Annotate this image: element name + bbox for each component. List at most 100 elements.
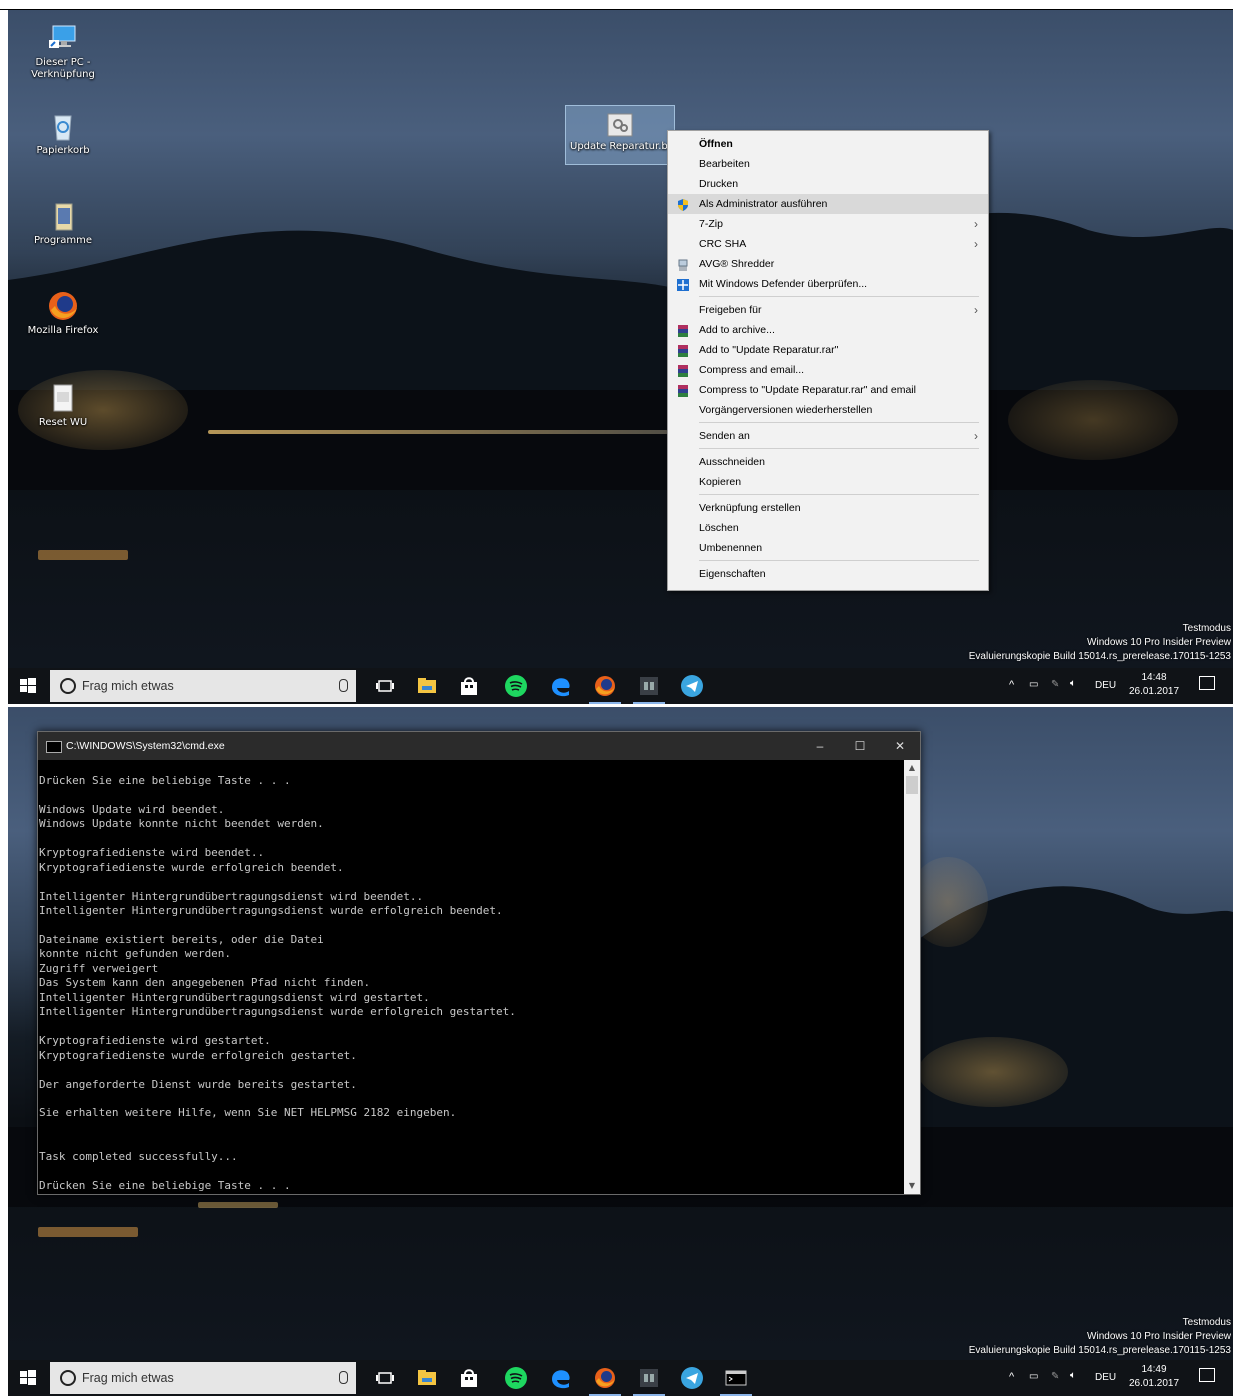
winrar-icon: [677, 324, 689, 337]
watermark-line: Windows 10 Pro Insider Preview: [1087, 637, 1231, 648]
context-menu-item[interactable]: Freigeben für ›: [668, 300, 988, 320]
context-menu-item[interactable]: Drucken: [668, 174, 988, 194]
microphone-icon[interactable]: [339, 1371, 348, 1384]
cmd-title-bar[interactable]: C:\WINDOWS\System32\cmd.exe – ☐ ✕: [38, 732, 920, 760]
context-menu-item[interactable]: Eigenschaften: [668, 564, 988, 584]
taskbar-explorer[interactable]: [415, 1366, 439, 1390]
scrollbar-thumb[interactable]: [906, 776, 918, 794]
taskbar-telegram[interactable]: [680, 1366, 704, 1390]
network-icon[interactable]: ▭: [1029, 1371, 1038, 1382]
cortana-search-box[interactable]: Frag mich etwas: [50, 1362, 356, 1394]
desktop-icon-reset-wu[interactable]: Reset WU: [23, 382, 103, 429]
computer-icon: [47, 22, 79, 54]
desktop-icon-recycle-bin[interactable]: Papierkorb: [23, 110, 103, 157]
start-button[interactable]: [18, 676, 38, 696]
taskbar-edge[interactable]: [549, 674, 573, 698]
chevron-up-icon[interactable]: ^: [1009, 679, 1014, 691]
taskbar: Frag mich etwas ^ ▭ ✎ 🔈︎ DEU 14:48 26.01…: [8, 668, 1233, 704]
context-menu-item[interactable]: Vorgängerversionen wiederherstellen: [668, 400, 988, 420]
store-bag-icon: [461, 677, 477, 695]
task-view-button[interactable]: [373, 1366, 397, 1390]
context-menu-item[interactable]: Senden an ›: [668, 426, 988, 446]
taskbar-spotify[interactable]: [504, 1366, 528, 1390]
desktop-icon-this-pc[interactable]: Dieser PC - Verknüpfung: [23, 22, 103, 81]
taskbar-telegram[interactable]: [680, 674, 704, 698]
task-view-button[interactable]: [373, 674, 397, 698]
context-menu-item[interactable]: Add to "Update Reparatur.rar": [668, 340, 988, 360]
town-lights-glow-right: [1008, 380, 1178, 460]
desktop-icon-label: Papierkorb: [36, 145, 90, 156]
gear-file-icon: [605, 112, 635, 138]
watermark-line: Evaluierungskopie Build 15014.rs_prerele…: [968, 1345, 1231, 1356]
context-menu-item[interactable]: Verknüpfung erstellen: [668, 498, 988, 518]
speaker-icon[interactable]: 🔈︎: [1070, 678, 1076, 689]
taskbar-firefox[interactable]: [589, 674, 621, 704]
clock[interactable]: 14:48 26.01.2017: [1127, 671, 1181, 699]
start-button[interactable]: [18, 1368, 38, 1388]
context-menu-item[interactable]: CRC SHA ›: [668, 234, 988, 254]
context-menu-item-label: Freigeben für: [699, 304, 762, 316]
network-icon[interactable]: ▭: [1029, 679, 1038, 690]
taskbar-store[interactable]: [457, 1366, 481, 1390]
taskbar-store[interactable]: [457, 674, 481, 698]
language-indicator[interactable]: DEU: [1095, 1372, 1116, 1383]
defender-icon: [677, 278, 689, 291]
context-menu-item-label: Öffnen: [699, 138, 733, 150]
context-menu-item[interactable]: Kopieren: [668, 472, 988, 492]
cortana-search-box[interactable]: Frag mich etwas: [50, 670, 356, 702]
scroll-down-arrow-icon[interactable]: ▼: [904, 1178, 920, 1194]
speaker-icon[interactable]: 🔈︎: [1070, 1370, 1076, 1381]
cmd-scrollbar[interactable]: ▲ ▼: [904, 760, 920, 1194]
context-menu-item-label: Verknüpfung erstellen: [699, 502, 801, 514]
reflection-lights: [38, 550, 128, 560]
desktop-icon-label: Reset WU: [38, 417, 88, 428]
context-menu-item[interactable]: Add to archive...: [668, 320, 988, 340]
context-menu-item[interactable]: Mit Windows Defender überprüfen...: [668, 274, 988, 294]
context-menu-item[interactable]: Compress and email...: [668, 360, 988, 380]
firefox-icon: [595, 1368, 615, 1388]
menu-separator: [699, 448, 979, 449]
action-center-icon[interactable]: [1199, 1368, 1215, 1382]
context-menu-item[interactable]: Löschen: [668, 518, 988, 538]
taskbar-spotify[interactable]: [504, 674, 528, 698]
action-center-icon[interactable]: [1199, 676, 1215, 690]
microphone-icon[interactable]: [339, 679, 348, 692]
clock-date: 26.01.2017: [1128, 686, 1180, 697]
context-menu-item[interactable]: Umbenennen: [668, 538, 988, 558]
taskbar-app-grey[interactable]: [633, 1366, 665, 1396]
minimize-button[interactable]: –: [800, 732, 840, 760]
desktop-panel-context-menu: Dieser PC - Verknüpfung Papierkorb Progr…: [8, 10, 1233, 704]
desktop-icon-programs[interactable]: Programme: [23, 200, 103, 247]
context-menu-item-label: Als Administrator ausführen: [699, 198, 828, 210]
clock[interactable]: 14:49 26.01.2017: [1127, 1363, 1181, 1391]
windows-logo-icon: [20, 678, 36, 693]
chevron-up-icon[interactable]: ^: [1009, 1371, 1014, 1383]
context-menu-item[interactable]: AVG® Shredder: [668, 254, 988, 274]
task-view-icon: [376, 1372, 394, 1384]
context-menu-item[interactable]: Bearbeiten: [668, 154, 988, 174]
context-menu-item[interactable]: Öffnen: [668, 134, 988, 154]
context-menu-item-label: 7-Zip: [699, 218, 723, 230]
pen-icon[interactable]: ✎: [1051, 679, 1059, 690]
context-menu-item[interactable]: 7-Zip ›: [668, 214, 988, 234]
pen-icon[interactable]: ✎: [1051, 1371, 1059, 1382]
context-menu-item-label: Vorgängerversionen wiederherstellen: [699, 404, 873, 416]
context-menu-item[interactable]: Compress to "Update Reparatur.rar" and e…: [668, 380, 988, 400]
firefox-icon: [47, 290, 79, 322]
taskbar-app-grey[interactable]: [633, 674, 665, 704]
context-menu-item[interactable]: Ausschneiden: [668, 452, 988, 472]
maximize-button[interactable]: ☐: [840, 732, 880, 760]
desktop-icon-update-reparatur[interactable]: Update Reparatur.ba: [565, 105, 675, 165]
close-button[interactable]: ✕: [880, 732, 920, 760]
taskbar-edge[interactable]: [549, 1366, 573, 1390]
context-menu-item-label: Senden an: [699, 430, 750, 442]
taskbar-explorer[interactable]: [415, 674, 439, 698]
scroll-up-arrow-icon[interactable]: ▲: [904, 760, 920, 776]
language-indicator[interactable]: DEU: [1095, 680, 1116, 691]
taskbar-cmd[interactable]: [720, 1366, 752, 1396]
taskbar-firefox[interactable]: [589, 1366, 621, 1396]
desktop-icon-firefox[interactable]: Mozilla Firefox: [23, 290, 103, 337]
cmd-output[interactable]: Drücken Sie eine beliebige Taste . . . W…: [39, 760, 903, 1194]
store-bag-icon: [461, 1369, 477, 1387]
context-menu-item[interactable]: Als Administrator ausführen: [668, 194, 988, 214]
